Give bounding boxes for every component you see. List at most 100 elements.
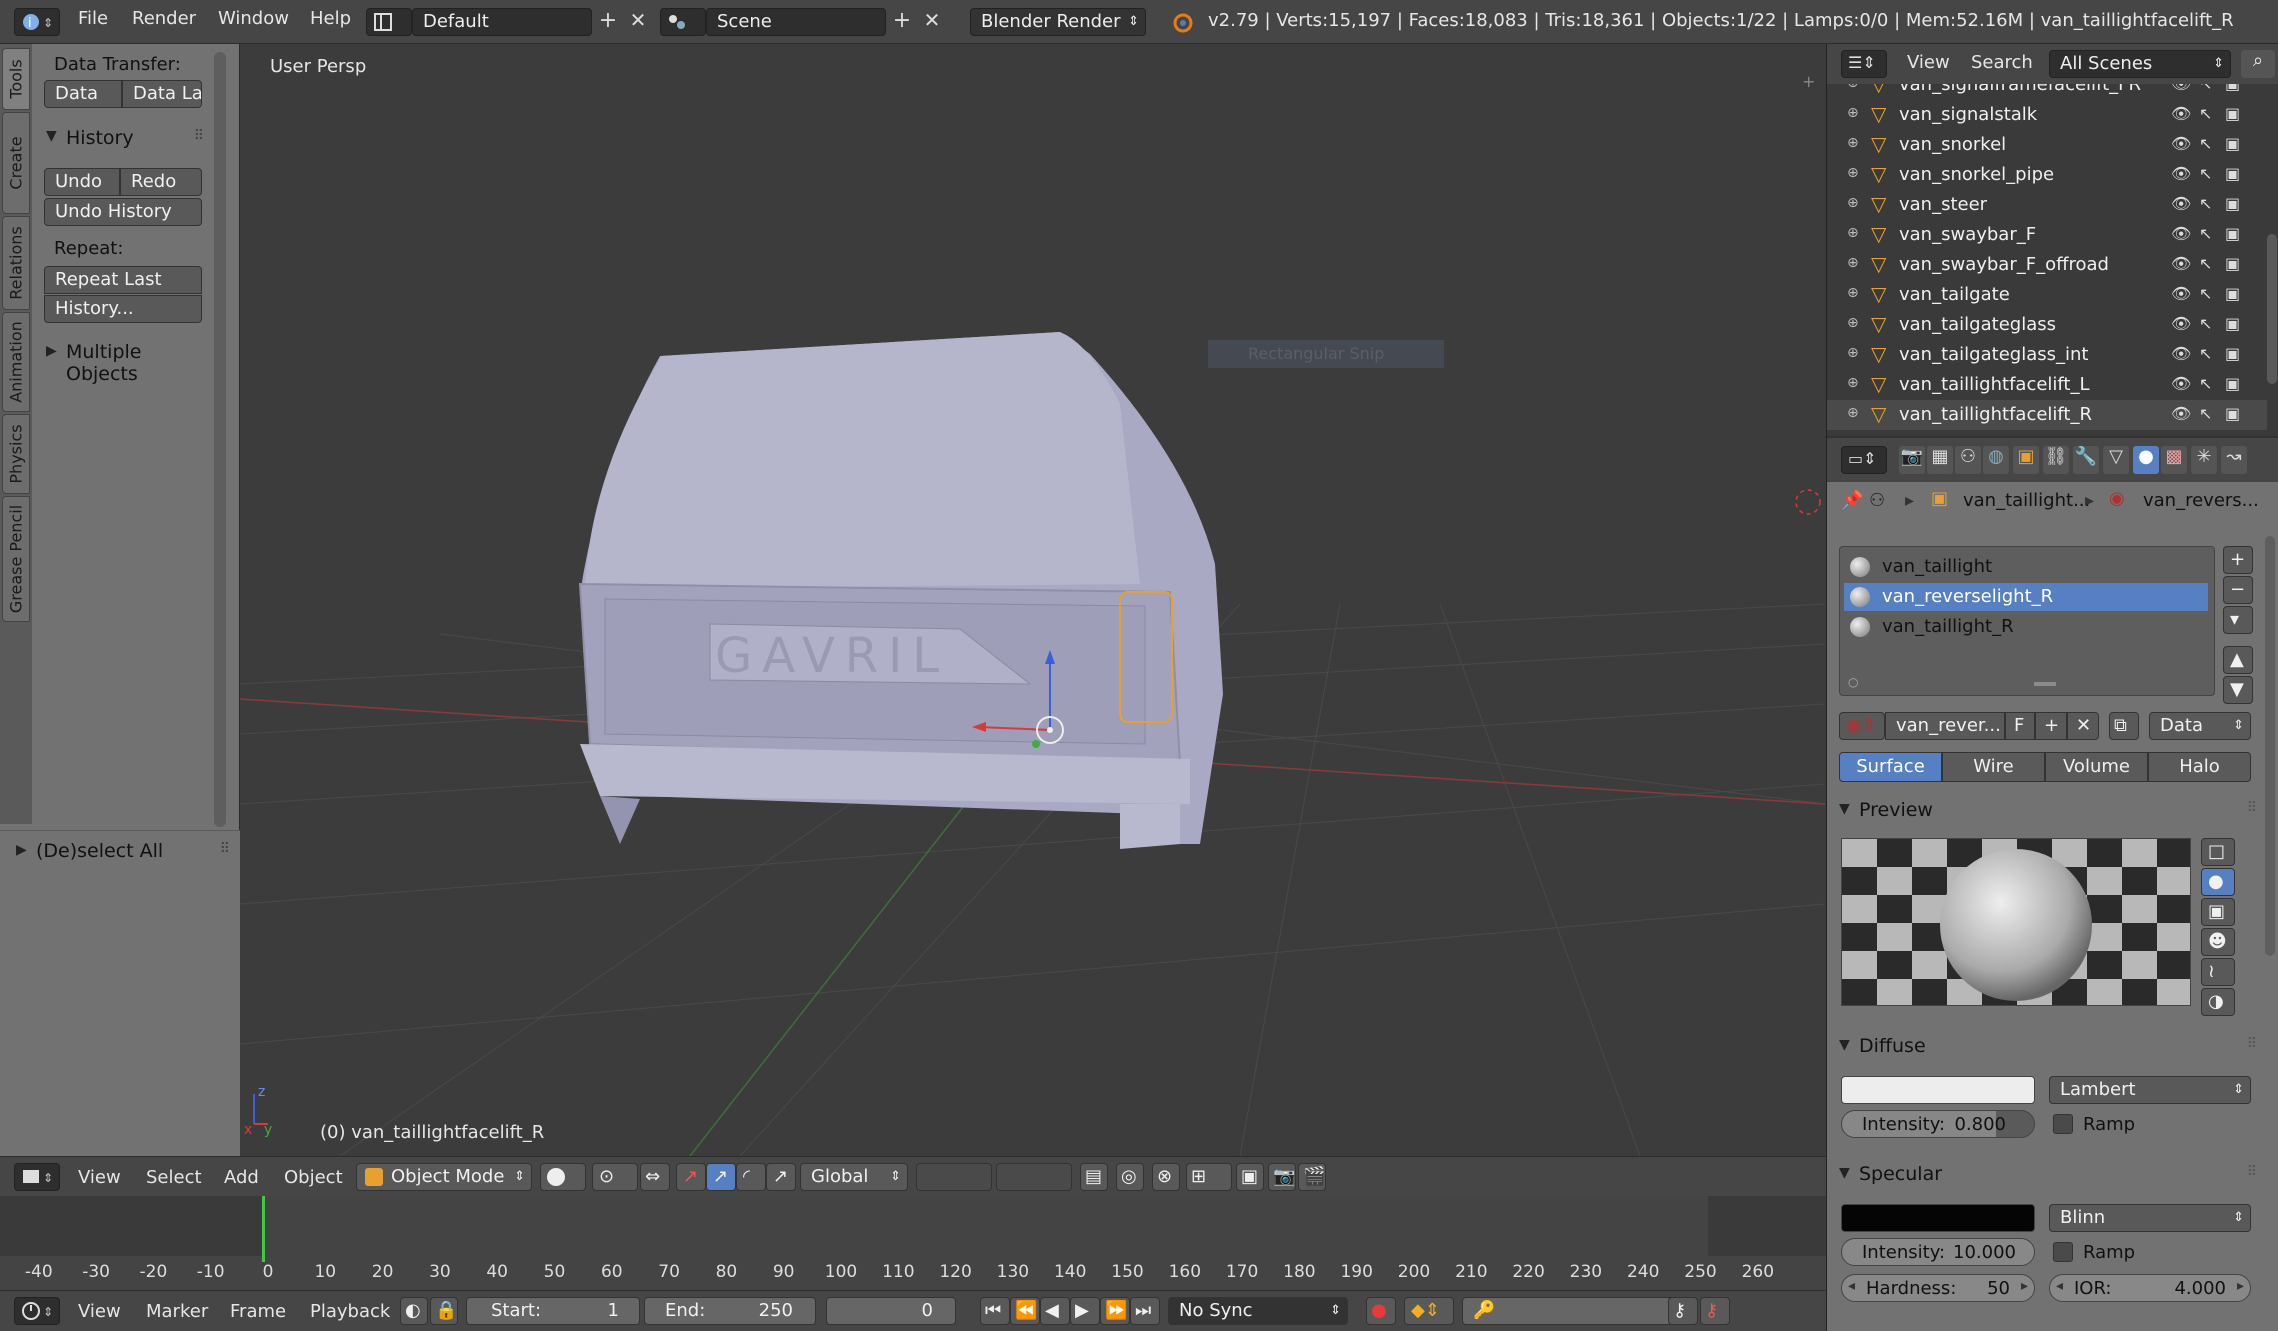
material-slot-item[interactable]: van_taillight_R	[1844, 613, 2208, 641]
viewport-plus-icon[interactable]: +	[1802, 72, 1820, 91]
renderability-camera-icon[interactable]: ▣	[2225, 344, 2240, 363]
specular-intensity-slider[interactable]: Intensity: 10.000	[1841, 1238, 2035, 1266]
preview-sphere-button[interactable]: ●	[2201, 868, 2235, 896]
outliner-menu-view[interactable]: View	[1907, 52, 1950, 73]
outliner-row-label[interactable]: van_steer	[1899, 194, 1987, 215]
data-button[interactable]: Data	[44, 80, 122, 108]
selectability-arrow-icon[interactable]: ↖	[2199, 374, 2212, 393]
editor-type-icon[interactable]: ⇕	[14, 1163, 60, 1191]
tab-physics[interactable]: Physics	[2, 414, 30, 494]
expand-icon[interactable]: ⊕	[1847, 285, 1859, 301]
specular-panel-header[interactable]: ▼ Specular ⠿	[1837, 1162, 2257, 1190]
outliner-row-label[interactable]: van_taillightfacelift_L	[1899, 374, 2090, 395]
timeline-menu-playback[interactable]: Playback	[310, 1301, 390, 1322]
expand-icon[interactable]: ⊕	[1847, 315, 1859, 331]
outliner-row[interactable]: ⊕ ▽ van_tailgateglass 👁 ↖ ▣	[1827, 310, 2267, 340]
view3d-menu-object[interactable]: Object	[284, 1167, 343, 1188]
menu-file[interactable]: File	[78, 8, 108, 29]
selectability-arrow-icon[interactable]: ↖	[2199, 284, 2212, 303]
record-button[interactable]: ●	[1366, 1297, 1396, 1325]
renderability-camera-icon[interactable]: ▣	[2225, 194, 2240, 213]
tab-halo[interactable]: Halo	[2148, 752, 2251, 782]
selectability-arrow-icon[interactable]: ↖	[2199, 164, 2212, 183]
timeline-editor[interactable]: -40 -30 -20 -10 0 10 20 30 40 50 60 70 80 90 100 110 120…	[0, 1196, 1826, 1290]
selectability-arrow-icon[interactable]: ↖	[2199, 314, 2212, 333]
scale-arrow-manipulator[interactable]: ↗	[766, 1163, 796, 1191]
timeline-menu-view[interactable]: View	[78, 1301, 121, 1322]
texture-tab-icon[interactable]: ▩	[2161, 446, 2187, 474]
renderability-camera-icon[interactable]: ▣	[2225, 134, 2240, 153]
visibility-eye-icon[interactable]: 👁	[2171, 374, 2191, 393]
renderability-camera-icon[interactable]: ▣	[2225, 164, 2240, 183]
outliner[interactable]: ☰⇕ View Search All Scenes⇕ ⌕ ⊕ ▽ van_signa…	[1826, 44, 2278, 436]
outliner-row[interactable]: ⊕ ▽ van_snorkel 👁 ↖ ▣	[1827, 130, 2267, 160]
rotate-manipulator[interactable]: ↗	[706, 1163, 736, 1191]
selectability-arrow-icon[interactable]: ↖	[2199, 194, 2212, 213]
selectability-arrow-icon[interactable]: ↖	[2199, 224, 2212, 243]
outliner-row[interactable]: ⊕ ▽ van_swaybar_F 👁 ↖ ▣	[1827, 220, 2267, 250]
menu-help[interactable]: Help	[310, 8, 351, 29]
start-frame-field[interactable]: Start: 1	[466, 1297, 640, 1325]
expand-icon[interactable]: ⊕	[1847, 345, 1859, 361]
outliner-row[interactable]: ⊕ ▽ van_tailgate 👁 ↖ ▣	[1827, 280, 2267, 310]
outliner-row-label[interactable]: van_tailgate	[1899, 284, 2010, 305]
fake-user-button[interactable]: F	[2005, 712, 2035, 740]
manipulator-toggle[interactable]: ⇔	[640, 1163, 670, 1191]
keying-set-field[interactable]: 🔑	[1462, 1297, 1682, 1325]
jump-end-button[interactable]: ⏭	[1130, 1297, 1160, 1325]
preview-flat-button[interactable]: □	[2201, 838, 2235, 866]
outliner-menu-search[interactable]: Search	[1971, 52, 2033, 73]
outliner-row[interactable]: ⊕ ▽ van_tailgateglass_int 👁 ↖ ▣	[1827, 340, 2267, 370]
diffuse-panel-header[interactable]: ▼ Diffuse ⠿	[1837, 1034, 2257, 1062]
preview-monkey-button[interactable]: ☻	[2201, 928, 2235, 956]
outliner-row[interactable]: ⊕ ▽ van_steer 👁 ↖ ▣	[1827, 190, 2267, 220]
expand-icon[interactable]: ⊕	[1847, 105, 1859, 121]
constraints-tab-icon[interactable]: ⛓	[2043, 446, 2069, 474]
lock-range-icon[interactable]: 🔒	[430, 1297, 458, 1325]
snap-element-icon[interactable]: ⊞	[1186, 1163, 1232, 1191]
sync-dropdown[interactable]: No Sync ⇕	[1168, 1297, 1348, 1325]
outliner-row[interactable]: ⊕ ▽ van_signalframefacelift_FR 👁 ↖ ▣	[1827, 84, 2267, 100]
tab-wire[interactable]: Wire	[1942, 752, 2045, 782]
renderability-camera-icon[interactable]: ▣	[2225, 84, 2240, 93]
outliner-row[interactable]: ⊕ ▽ van_taillightfacelift_L 👁 ↖ ▣	[1827, 370, 2267, 400]
timeline-menu-frame[interactable]: Frame	[230, 1301, 286, 1322]
current-frame-line[interactable]	[262, 1196, 265, 1262]
link-dropdown[interactable]: Data ⇕	[2149, 712, 2251, 740]
modifiers-tab-icon[interactable]: 🔧	[2073, 446, 2099, 474]
menu-window[interactable]: Window	[218, 8, 289, 29]
outliner-row[interactable]: ⊕ ▽ van_swaybar_F_offroad 👁 ↖ ▣	[1827, 250, 2267, 280]
link-context-icon[interactable]: ⚇	[1869, 490, 1885, 511]
renderability-camera-icon[interactable]: ▣	[2225, 224, 2240, 243]
selectability-arrow-icon[interactable]: ↖	[2199, 104, 2212, 123]
tab-animation[interactable]: Animation	[2, 312, 30, 412]
visibility-eye-icon[interactable]: 👁	[2171, 194, 2191, 213]
outliner-row[interactable]: ⊕ ▽ van_snorkel_pipe 👁 ↖ ▣	[1827, 160, 2267, 190]
selectability-arrow-icon[interactable]: ↖	[2199, 254, 2212, 273]
outliner-row-label[interactable]: van_snorkel	[1899, 134, 2006, 155]
outliner-editor-icon[interactable]: ☰⇕	[1841, 50, 1887, 78]
end-frame-field[interactable]: End: 250	[644, 1297, 816, 1325]
visibility-eye-icon[interactable]: 👁	[2171, 344, 2191, 363]
viewport-shading-dropdown[interactable]	[540, 1163, 586, 1191]
expand-icon[interactable]: ⊕	[1847, 84, 1859, 91]
3d-viewport[interactable]: GAVRIL z y x User Persp Rectangular Snip…	[240, 44, 1825, 1156]
add-slot-button[interactable]: +	[2223, 546, 2253, 574]
history-panel-header[interactable]: ▼ History ⠿	[44, 126, 204, 154]
deselect-all-panel-header[interactable]: ▶ (De)select All ⠿	[14, 839, 234, 867]
outliner-search-icon[interactable]: ⌕	[2241, 50, 2275, 78]
expand-icon[interactable]: ⊕	[1847, 135, 1859, 151]
scale-manipulator[interactable]: ◜	[736, 1163, 766, 1191]
material-slot-item[interactable]: van_reverselight_R	[1844, 583, 2208, 611]
tab-volume[interactable]: Volume	[2045, 752, 2148, 782]
unlink-material-button[interactable]: ✕	[2067, 712, 2099, 740]
material-slot-item[interactable]: van_taillight	[1844, 553, 2208, 581]
tab-surface[interactable]: Surface	[1839, 752, 1942, 782]
close-layout-icon[interactable]: ✕	[624, 8, 652, 36]
diffuse-color-swatch[interactable]	[1841, 1076, 2035, 1104]
move-slot-up-button[interactable]: ▲	[2223, 646, 2253, 674]
timeline-editor-icon[interactable]: ⇕	[14, 1297, 60, 1325]
tab-tools[interactable]: Tools	[2, 48, 30, 110]
history-button[interactable]: History...	[44, 295, 202, 323]
redo-button[interactable]: Redo	[120, 168, 202, 196]
